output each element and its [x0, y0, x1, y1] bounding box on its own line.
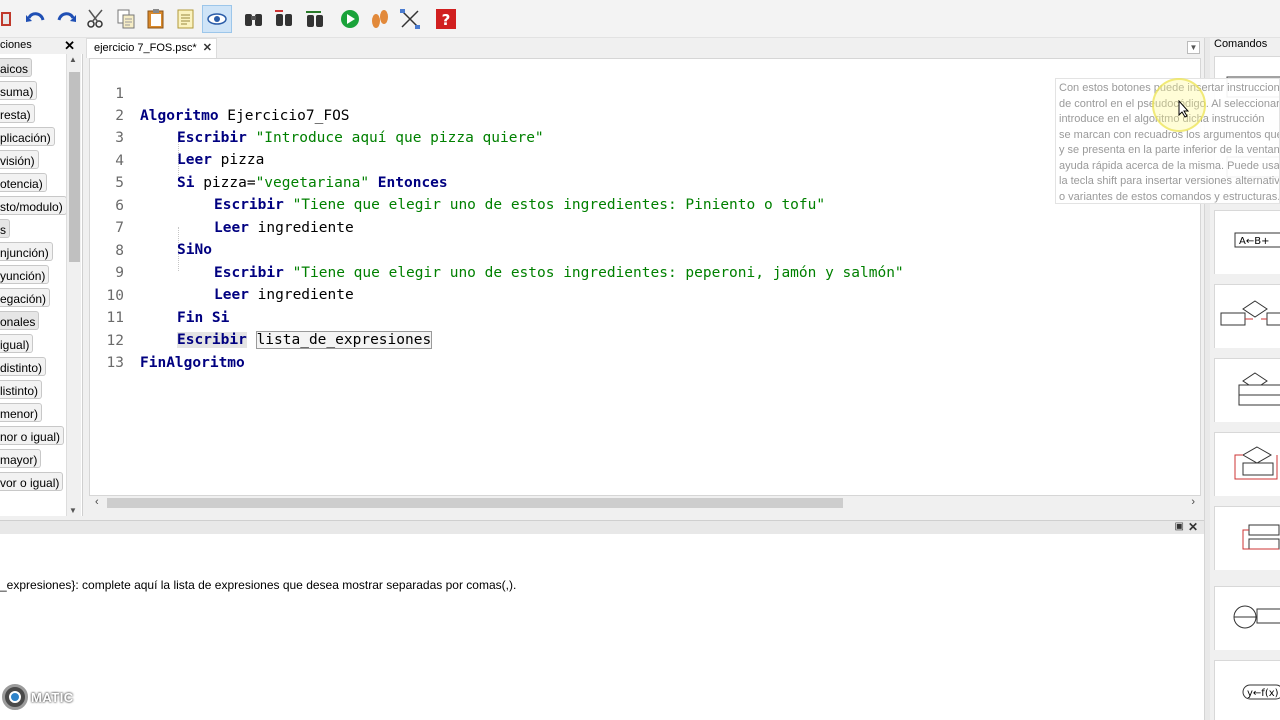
operators-scrollbar[interactable]: ▲ ▼	[66, 54, 81, 516]
code-line[interactable]: 2 Escribir "Introduce aquí que pizza qui…	[90, 83, 543, 146]
paste-icon[interactable]	[144, 6, 168, 32]
pseint-window: ? ciones ✕ aicos suma) resta) plicación)…	[0, 0, 1280, 720]
open-file-icon[interactable]	[0, 6, 24, 32]
close-icon[interactable]: ✕	[203, 42, 212, 54]
list-item[interactable]: otencia)	[0, 173, 66, 193]
run-icon[interactable]	[338, 6, 362, 32]
list-item[interactable]: mayor)	[0, 449, 66, 469]
scroll-down-icon[interactable]: ▼	[69, 506, 77, 515]
para-command-icon[interactable]	[1214, 586, 1280, 650]
chevron-right-icon[interactable]: ›	[1191, 496, 1195, 508]
list-item[interactable]: distinto)	[0, 357, 66, 377]
help-icon[interactable]: ?	[434, 6, 458, 32]
si-entonces-command-icon[interactable]	[1214, 284, 1280, 348]
tab-label: ejercicio 7_FOS.psc*	[94, 42, 197, 54]
chevron-down-icon[interactable]: ▼	[1187, 41, 1200, 54]
code-line[interactable]: 6 Leer ingrediente	[90, 173, 353, 236]
svg-text:?: ?	[442, 11, 451, 29]
list-item[interactable]: menor)	[0, 403, 66, 423]
flowchart-icon[interactable]	[398, 6, 422, 32]
list-item[interactable]: listinto)	[0, 380, 66, 400]
list-item[interactable]: visión)	[0, 150, 66, 170]
code-line[interactable]: 4 Si pizza="vegetariana" Entonces	[90, 128, 447, 191]
quick-help-panel: _expresiones}: complete aquí la lista de…	[0, 534, 1204, 720]
operators-panel-title: ciones	[0, 39, 32, 51]
list-item[interactable]: aicos	[0, 58, 66, 78]
logo-text: MATIC	[31, 689, 74, 705]
list-item[interactable]: yunción)	[0, 265, 66, 285]
editor-horizontal-scrollbar[interactable]: ‹ ›	[89, 496, 1201, 510]
list-item[interactable]: vor o igual)	[0, 472, 66, 492]
tab-file[interactable]: ejercicio 7_FOS.psc* ✕	[86, 38, 217, 58]
logo-icon	[2, 684, 28, 710]
mientras-command-icon[interactable]	[1214, 432, 1280, 496]
scroll-thumb[interactable]	[107, 498, 843, 508]
chevron-left-icon[interactable]: ‹	[95, 496, 99, 508]
replace-icon[interactable]	[302, 6, 326, 32]
scroll-up-icon[interactable]: ▲	[69, 55, 77, 64]
code-line[interactable]: 12 FinAlgoritmo	[90, 308, 245, 371]
undo-icon[interactable]	[24, 6, 48, 32]
svg-text:y←f(x): y←f(x)	[1247, 688, 1279, 699]
cut-icon[interactable]	[84, 6, 108, 32]
code-line[interactable]: 1 Algoritmo Ejercicio7_FOS	[90, 61, 349, 124]
list-item[interactable]: suma)	[0, 81, 66, 101]
code-line[interactable]: 11 Escribir lista_de_expresiones	[90, 285, 433, 349]
list-item[interactable]: sto/modulo)	[0, 196, 66, 216]
close-icon[interactable]: ✕	[64, 38, 75, 53]
svg-text:A←B+: A←B+	[1239, 236, 1269, 247]
operators-list: aicos suma) resta) plicación) visión) ot…	[0, 58, 66, 495]
redo-icon[interactable]	[54, 6, 78, 32]
list-item[interactable]: s	[0, 219, 66, 239]
segun-command-icon[interactable]	[1214, 358, 1280, 422]
funcion-command-icon[interactable]: y←f(x)	[1214, 660, 1280, 720]
notes-icon[interactable]	[174, 6, 198, 32]
mouse-pointer-icon	[1178, 100, 1190, 118]
code-line[interactable]: 10 Fin Si	[90, 263, 230, 326]
scroll-thumb[interactable]	[69, 72, 80, 262]
find-icon[interactable]	[242, 6, 266, 32]
copy-icon[interactable]	[114, 6, 138, 32]
line-number: 13	[106, 355, 124, 371]
find-next-icon[interactable]	[272, 6, 296, 32]
argument-placeholder[interactable]: lista_de_expresiones	[255, 331, 433, 349]
code-line[interactable]: 8 Escribir "Tiene que elegir uno de esto…	[90, 218, 903, 281]
list-item[interactable]: igual)	[0, 334, 66, 354]
code-line[interactable]: 5 Escribir "Tiene que elegir uno de esto…	[90, 150, 825, 213]
list-item[interactable]: nor o igual)	[0, 426, 66, 446]
list-item[interactable]: onales	[0, 311, 66, 331]
list-item[interactable]: njunción)	[0, 242, 66, 262]
quick-help-text: _expresiones}: complete aquí la lista de…	[0, 578, 517, 592]
asignar-command-icon[interactable]: A←B+	[1214, 210, 1280, 274]
list-item[interactable]: resta)	[0, 104, 66, 124]
commands-panel-title: Comandos	[1214, 38, 1268, 50]
help-panel-titlebar: ▣ ✕	[0, 520, 1204, 534]
list-item[interactable]: egación)	[0, 288, 66, 308]
operators-panel-header: ciones ✕	[0, 38, 83, 54]
repetir-command-icon[interactable]	[1214, 506, 1280, 570]
code-line[interactable]: 9 Leer ingrediente	[90, 240, 353, 303]
editor-tab-bar: ejercicio 7_FOS.psc* ✕ ▼	[84, 38, 1204, 58]
list-item[interactable]: plicación)	[0, 127, 66, 147]
watermark-logo: MATIC	[2, 684, 74, 710]
operators-panel: ciones ✕ aicos suma) resta) plicación) v…	[0, 38, 83, 516]
code-editor[interactable]: 1 Algoritmo Ejercicio7_FOS 2 Escribir "I…	[89, 58, 1201, 496]
code-line[interactable]: 3 Leer pizza	[90, 105, 264, 168]
close-icon[interactable]: ✕	[1188, 520, 1198, 534]
maximize-icon[interactable]: ▣	[1175, 521, 1184, 532]
code-line[interactable]: 13	[90, 330, 142, 371]
code-line[interactable]: 7 SiNo	[90, 195, 212, 258]
preview-icon[interactable]	[202, 5, 232, 33]
step-by-step-icon[interactable]	[368, 6, 392, 32]
toolbar: ?	[0, 0, 1280, 38]
